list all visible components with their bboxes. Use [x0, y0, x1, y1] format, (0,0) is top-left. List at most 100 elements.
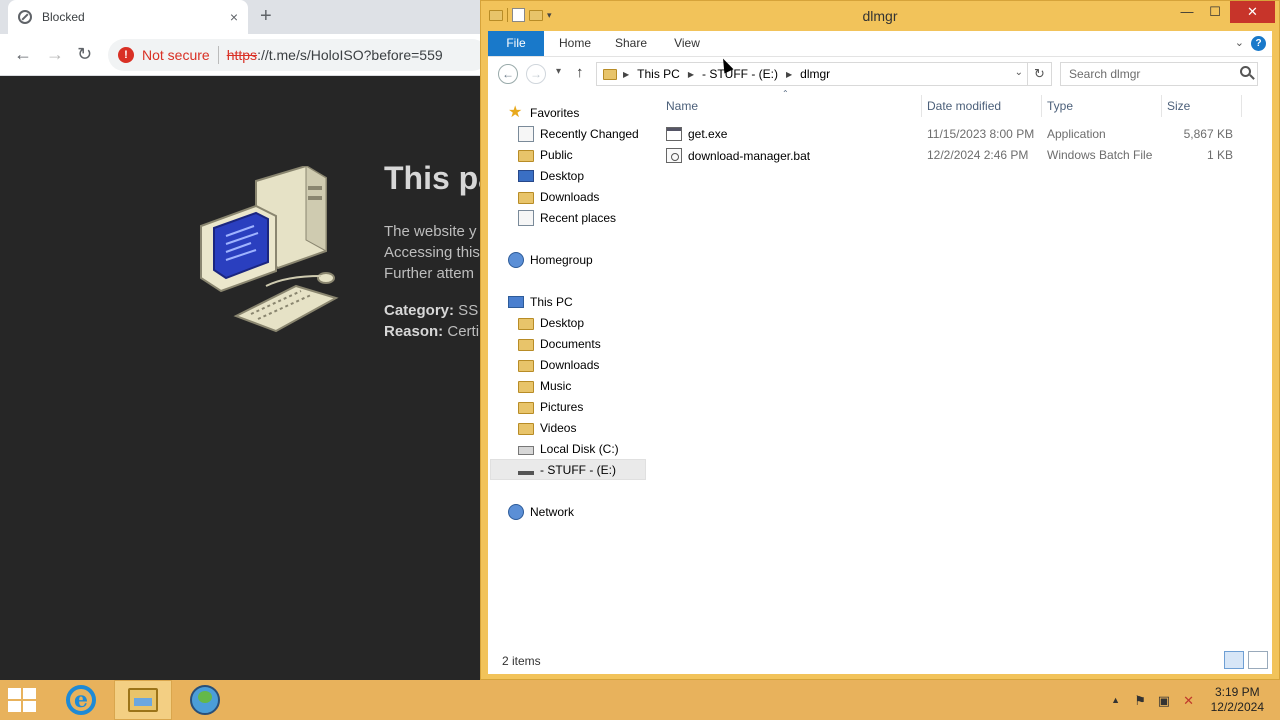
reload-button[interactable]: ↻	[77, 44, 92, 64]
address-bar[interactable]: ! Not secure https://t.me/s/HoloISO?befo…	[108, 39, 488, 71]
refresh-button[interactable]: ↻	[1028, 62, 1052, 86]
file-name: download-manager.bat	[688, 148, 811, 163]
globe-browser-icon	[190, 685, 220, 715]
blocked-category: Category: SS	[384, 302, 478, 319]
search-icon[interactable]	[1240, 66, 1251, 77]
table-row[interactable]: download-manager.bat 12/2/2024 2:46 PM W…	[658, 145, 1248, 166]
file-type: Windows Batch File	[1047, 148, 1153, 162]
ribbon-tabs: File Home Share View ⌄ ?	[488, 31, 1272, 57]
crumb-separator[interactable]: ▶	[623, 70, 629, 79]
back-button[interactable]: ←	[14, 44, 32, 64]
explorer-back-button[interactable]: ←	[498, 64, 518, 84]
column-name[interactable]: Name	[666, 99, 698, 113]
volume-muted-icon[interactable]: ✕	[1183, 693, 1194, 709]
close-button[interactable]: ✕	[1230, 1, 1275, 23]
breadcrumb[interactable]: ▶ This PC ▶ - STUFF - (E:) ▶ dlmgr ⌄	[596, 62, 1028, 86]
file-name-cell[interactable]: download-manager.bat	[666, 148, 810, 163]
details-view-button[interactable]	[1224, 651, 1244, 669]
desktop-folder-icon	[518, 317, 534, 330]
network-status-icon[interactable]: ▣	[1158, 693, 1170, 709]
crumb-this-pc[interactable]: This PC	[637, 67, 680, 81]
nav-network[interactable]: Network	[508, 501, 574, 522]
tab-file[interactable]: File	[488, 31, 544, 56]
crumb-stuff-drive[interactable]: - STUFF - (E:)	[702, 67, 778, 81]
recently-changed-icon	[518, 125, 534, 142]
minimize-button[interactable]: —	[1173, 1, 1201, 23]
forward-button[interactable]: →	[46, 44, 64, 64]
window-title: dlmgr	[862, 8, 898, 24]
show-hidden-icons-icon[interactable]: ▲	[1111, 695, 1120, 705]
windows-logo-icon	[23, 688, 36, 699]
column-date-modified[interactable]: Date modified	[927, 99, 1001, 113]
tab-view[interactable]: View	[664, 31, 710, 56]
explorer-forward-button[interactable]: →	[526, 64, 546, 84]
blocked-line-2: Accessing this	[384, 244, 480, 261]
network-icon	[508, 503, 524, 520]
not-secure-icon[interactable]: !	[118, 47, 134, 63]
tab-home[interactable]: Home	[552, 31, 598, 56]
address-dropdown-icon[interactable]: ⌄	[1015, 67, 1023, 78]
nav-recent-places[interactable]: Recent places	[518, 207, 616, 228]
up-button[interactable]: ↑	[576, 64, 584, 81]
reason-label: Reason:	[384, 323, 444, 340]
nav-desktop-fav[interactable]: Desktop	[518, 165, 584, 186]
column-divider[interactable]	[1241, 95, 1242, 117]
nav-music[interactable]: Music	[518, 375, 571, 396]
taskbar: e ▲ ⚑ ▣ ✕ 3:19 PM 12/2/2024	[0, 680, 1280, 720]
column-size[interactable]: Size	[1167, 99, 1190, 113]
search-input[interactable]: Search dlmgr	[1060, 62, 1258, 86]
recent-locations-dropdown-icon[interactable]: ▾	[556, 66, 561, 77]
nav-downloads-fav[interactable]: Downloads	[518, 186, 599, 207]
nav-public[interactable]: Public	[518, 144, 573, 165]
local-disk-icon	[518, 446, 534, 455]
action-center-flag-icon[interactable]: ⚑	[1134, 693, 1146, 709]
nav-label: Desktop	[540, 315, 585, 330]
explorer-titlebar[interactable]: ▾ dlmgr — ☐ ✕	[481, 1, 1279, 31]
nav-stuff-drive[interactable]: - STUFF - (E:)	[490, 459, 646, 480]
column-divider[interactable]	[921, 95, 922, 117]
crumb-separator[interactable]: ▶	[688, 70, 694, 79]
taskbar-file-explorer[interactable]	[114, 680, 172, 720]
nav-favorites[interactable]: ★ Favorites	[508, 102, 579, 123]
tab-share[interactable]: Share	[608, 31, 654, 56]
help-icon[interactable]: ?	[1251, 36, 1266, 51]
column-divider[interactable]	[1041, 95, 1042, 117]
taskbar-internet-explorer[interactable]: e	[52, 680, 110, 720]
nav-label: Recently Changed	[540, 126, 639, 141]
clock[interactable]: 3:19 PM 12/2/2024	[1211, 685, 1264, 715]
file-date: 11/15/2023 8:00 PM	[927, 127, 1035, 141]
nav-pictures[interactable]: Pictures	[518, 396, 583, 417]
large-icons-view-button[interactable]	[1248, 651, 1268, 669]
file-name-cell[interactable]: get.exe	[666, 127, 727, 141]
column-divider[interactable]	[1161, 95, 1162, 117]
column-type[interactable]: Type	[1047, 99, 1073, 113]
address-folder-icon	[603, 68, 617, 80]
nav-local-disk-c[interactable]: Local Disk (C:)	[518, 438, 619, 459]
tab-close-icon[interactable]: ×	[230, 9, 238, 25]
url-path: ://t.me/s/HoloISO?before=559	[257, 47, 443, 63]
nav-label: Downloads	[540, 357, 600, 372]
downloads-folder-icon	[518, 359, 534, 372]
expand-ribbon-icon[interactable]: ⌄	[1235, 36, 1244, 49]
crumb-dlmgr[interactable]: dlmgr	[800, 67, 830, 81]
browser-tab-blocked[interactable]: Blocked ×	[8, 0, 248, 34]
nav-documents[interactable]: Documents	[518, 333, 601, 354]
nav-label: Music	[540, 378, 572, 393]
nav-downloads[interactable]: Downloads	[518, 354, 599, 375]
new-tab-button[interactable]: +	[260, 6, 272, 26]
start-button[interactable]	[8, 688, 38, 712]
table-row[interactable]: get.exe 11/15/2023 8:00 PM Application 5…	[658, 124, 1248, 145]
taskbar-browser[interactable]	[176, 680, 234, 720]
crumb-separator[interactable]: ▶	[786, 70, 792, 79]
nav-label: Desktop	[540, 168, 585, 183]
nav-this-pc[interactable]: This PC	[508, 291, 573, 312]
nav-videos[interactable]: Videos	[518, 417, 576, 438]
url-text[interactable]: https://t.me/s/HoloISO?before=559	[227, 47, 443, 63]
nav-desktop[interactable]: Desktop	[518, 312, 584, 333]
nav-recently-changed[interactable]: Recently Changed	[518, 123, 639, 144]
documents-folder-icon	[518, 338, 534, 351]
nav-homegroup[interactable]: Homegroup	[508, 249, 593, 270]
file-type: Application	[1047, 127, 1106, 141]
maximize-button[interactable]: ☐	[1201, 1, 1229, 23]
not-secure-label[interactable]: Not secure	[142, 47, 210, 63]
